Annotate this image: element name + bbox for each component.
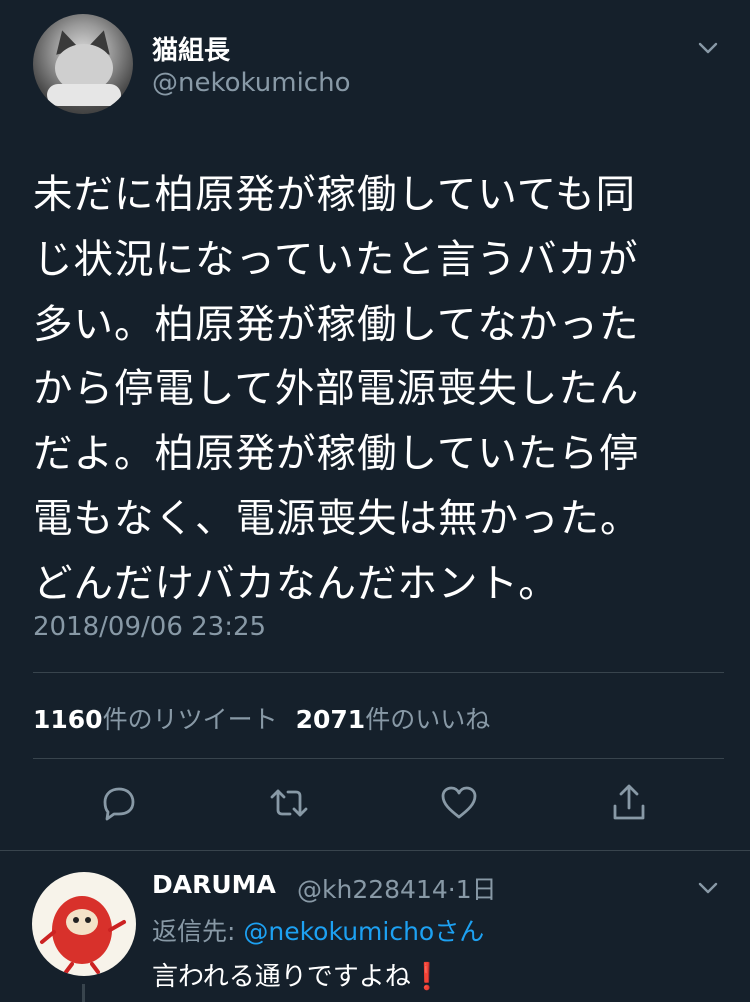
heart-icon — [441, 786, 477, 819]
exclamation-emoji-icon: ❗ — [410, 962, 444, 992]
reply-age: 1日 — [455, 875, 497, 904]
retweet-button[interactable] — [268, 782, 310, 824]
like-stat[interactable]: 2071件のいいね — [296, 705, 491, 734]
engagement-stats: 1160件のリツイート 2071件のいいね — [33, 700, 490, 736]
like-button[interactable] — [438, 782, 480, 824]
retweet-icon — [270, 789, 308, 817]
reply-author-avatar[interactable] — [32, 872, 136, 976]
retweet-count: 1160 — [33, 705, 103, 734]
divider — [33, 758, 724, 759]
chevron-down-icon[interactable] — [696, 36, 720, 60]
reply-to-prefix: 返信先: — [152, 917, 244, 946]
section-separator — [0, 850, 750, 851]
author-avatar[interactable] — [33, 14, 133, 114]
reply-to-line: 返信先: @nekokumichoさん — [152, 912, 484, 948]
reply-to-suffix: さん — [434, 917, 485, 946]
reply-author-handle[interactable]: @kh228414 — [297, 875, 448, 904]
thread-line — [82, 984, 85, 1002]
tweet-text: 未だに柏原発が稼働していても同 じ状況になっていたと言うバカが 多い。柏原発が稼… — [33, 172, 641, 607]
meta-separator: · — [447, 875, 456, 904]
retweet-label: 件のリツイート — [102, 705, 278, 734]
reply-text-body: 言われる通りですよね — [152, 962, 411, 992]
author-name[interactable]: 猫組長 — [152, 30, 230, 67]
reply-text: 言われる通りですよね❗ — [152, 956, 443, 993]
tweet-timestamp[interactable]: 2018/09/06 23:25 — [33, 612, 266, 642]
share-button[interactable] — [608, 782, 650, 824]
reply-button[interactable] — [98, 782, 140, 824]
reply-author-meta: @kh228414·1日 — [297, 870, 497, 906]
reply-author-name[interactable]: DARUMA — [152, 870, 276, 899]
divider — [33, 672, 724, 673]
author-handle[interactable]: @nekokumicho — [152, 68, 350, 98]
retweet-stat[interactable]: 1160件のリツイート — [33, 705, 278, 734]
chevron-down-icon[interactable] — [696, 876, 720, 900]
reply-icon — [103, 787, 135, 821]
tweet-actions — [0, 782, 750, 830]
reply-to-handle-link[interactable]: @nekokumicho — [243, 917, 434, 946]
like-count: 2071 — [295, 705, 366, 734]
like-label: 件のいいね — [365, 705, 491, 734]
share-icon — [613, 784, 645, 820]
